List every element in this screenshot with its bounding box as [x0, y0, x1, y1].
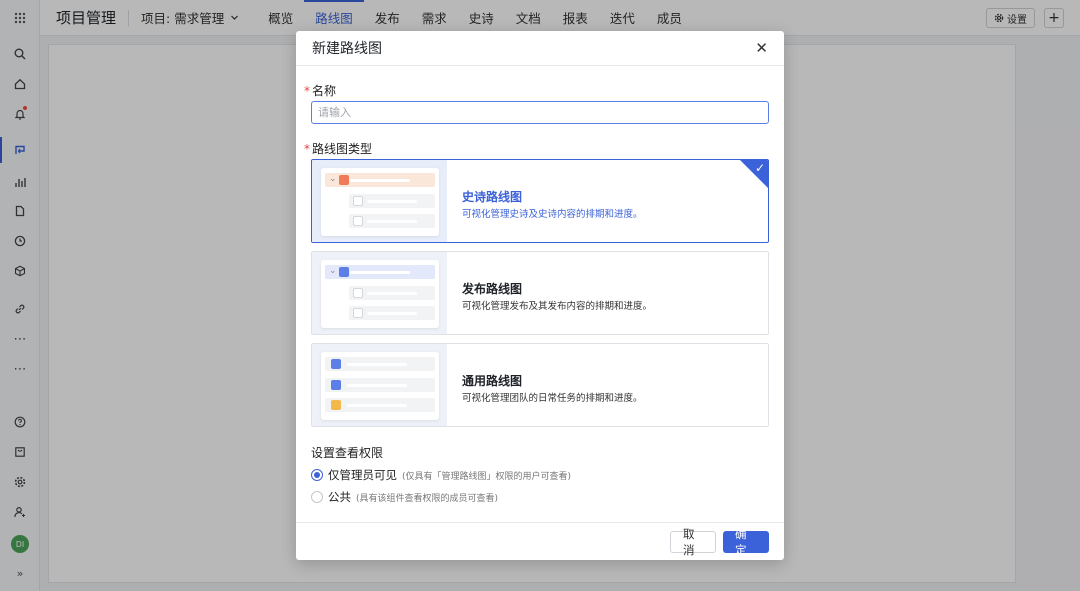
type-description: 可视化管理团队的日常任务的排期和进度。	[462, 393, 643, 404]
radio-label: 公共	[328, 490, 351, 504]
type-description: 可视化管理发布及其发布内容的排期和进度。	[462, 301, 653, 312]
radio-unchecked[interactable]	[311, 491, 323, 503]
name-input[interactable]	[311, 101, 769, 124]
check-icon: ✓	[754, 161, 765, 175]
permission-public[interactable]: 公共 (具有该组件查看权限的成员可查看)	[311, 489, 498, 505]
type-name: 通用路线图	[462, 374, 523, 388]
confirm-button[interactable]: 确定	[723, 527, 769, 557]
dialog-footer: 取消 确定	[296, 522, 784, 560]
required-mark: *	[304, 84, 310, 98]
radio-checked[interactable]	[311, 469, 323, 481]
name-field-label: * 名称	[304, 82, 336, 99]
type-description: 可视化管理史诗及史诗内容的排期和进度。	[462, 209, 643, 220]
type-field-label: * 路线图类型	[304, 140, 372, 157]
radio-hint: (仅具有「管理路线图」权限的用户可查看)	[402, 471, 572, 482]
permission-title: 设置查看权限	[311, 446, 384, 460]
type-name: 史诗路线图	[462, 190, 523, 204]
roadmap-type-epic[interactable]: ⌄ 史诗路线图 可视化管理史诗及史诗内容的排期和进度。 ✓	[311, 159, 769, 243]
radio-label: 仅管理员可见	[328, 468, 397, 482]
type-label-text: 路线图类型	[312, 142, 373, 156]
roadmap-type-release[interactable]: ⌄ 发布路线图 可视化管理发布及其发布内容的排期和进度。	[311, 251, 769, 335]
dialog-title: 新建路线图	[312, 41, 382, 57]
epic-preview-image: ⌄	[312, 160, 447, 242]
roadmap-type-general[interactable]: 通用路线图 可视化管理团队的日常任务的排期和进度。	[311, 343, 769, 427]
permission-admin-only[interactable]: 仅管理员可见 (仅具有「管理路线图」权限的用户可查看)	[311, 467, 571, 483]
required-mark: *	[304, 142, 310, 156]
close-icon[interactable]: ✕	[755, 39, 768, 57]
general-preview-image	[312, 344, 447, 426]
radio-hint: (具有该组件查看权限的成员可查看)	[356, 493, 499, 504]
type-name: 发布路线图	[462, 282, 523, 296]
dialog-header: 新建路线图	[296, 31, 784, 66]
cancel-button[interactable]: 取消	[670, 527, 716, 557]
new-roadmap-dialog: 新建路线图 ✕ *名称 *路线图类型 ⌄ 史诗路线图 可视化管理史诗及史诗内容的…	[296, 31, 784, 560]
name-label-text: 名称	[312, 84, 337, 98]
release-preview-image: ⌄	[312, 252, 447, 334]
